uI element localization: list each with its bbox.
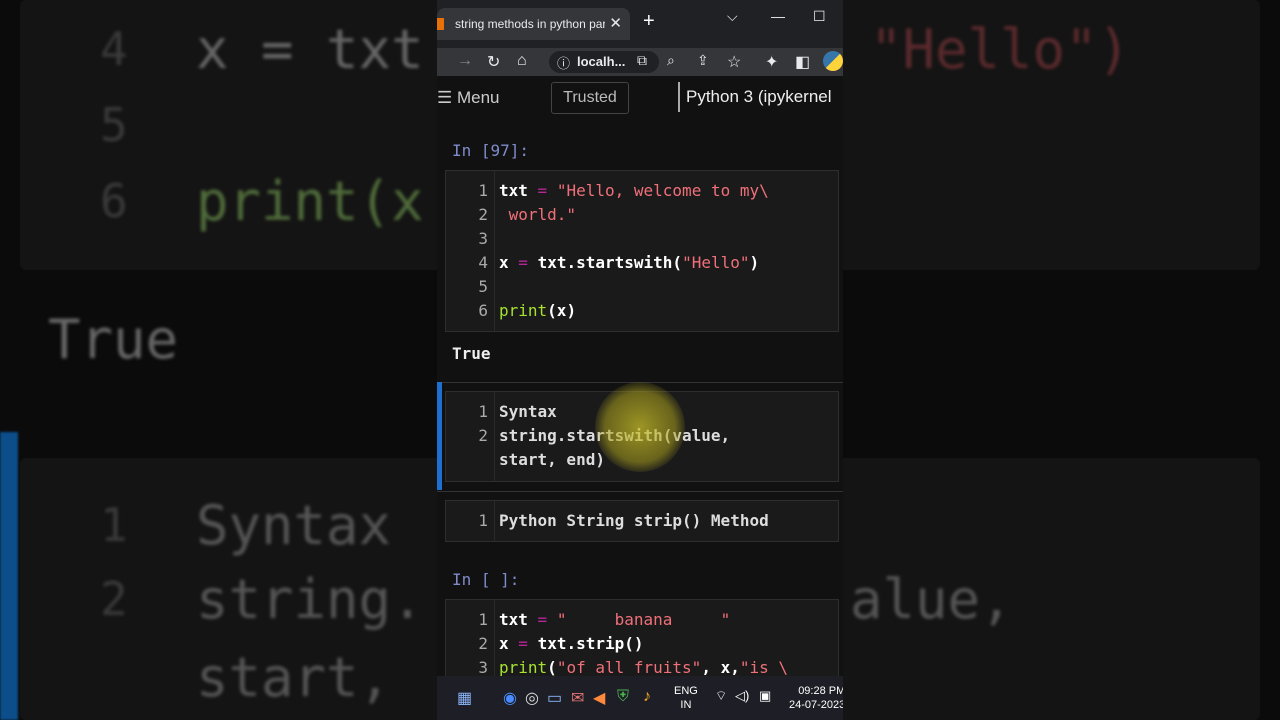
edge-icon[interactable]: ◉ — [503, 688, 517, 708]
maximize-icon[interactable]: ☐ — [813, 8, 826, 25]
code-cell-startswith[interactable]: 1 txt = "Hello, welcome to my\ 2 world." … — [445, 170, 839, 332]
extensions-icon[interactable]: ✦ — [765, 52, 778, 72]
bg-code-line: x = txt — [196, 18, 424, 81]
language-indicator[interactable]: ENG IN — [674, 684, 698, 712]
microphone-icon[interactable]: ♪ — [643, 688, 651, 706]
translate-icon[interactable]: ⧉ — [637, 52, 647, 69]
chevron-down-icon[interactable]: ⌵ — [727, 8, 738, 25]
kernel-name[interactable]: Python 3 (ipykernel — [678, 82, 832, 112]
browser-window: string methods in python par ✕ + ⌵ — ☐ →… — [437, 0, 843, 720]
cell-prompt: In [ ]: — [452, 570, 520, 589]
windows-taskbar: ▦ ◉ ◎ ▭ ✉ ◀ ⛨ ♪ ENG IN ⌔ ◁) ▣ 09:28 PM 24-… — [437, 676, 843, 720]
bg-line-number: 6 — [100, 174, 128, 228]
bg-selection-bar — [0, 432, 18, 720]
mail-icon[interactable]: ✉ — [571, 688, 584, 708]
bg-line-number: 2 — [100, 572, 128, 626]
bg-code-line: start, — [196, 646, 392, 709]
window-icon[interactable]: ▭ — [547, 688, 562, 708]
media-icon[interactable]: ◀ — [593, 688, 605, 708]
python-profile-icon[interactable] — [823, 51, 843, 71]
bookmark-star-icon[interactable]: ☆ — [727, 52, 741, 72]
tab-string-methods[interactable]: string methods in python par ✕ — [437, 8, 630, 40]
bg-code-line: string. — [196, 568, 424, 631]
selection-indicator — [437, 382, 442, 490]
forward-icon[interactable]: → — [457, 52, 473, 70]
chrome-icon[interactable]: ◎ — [525, 688, 539, 708]
menu-button[interactable]: ☰ Menu — [437, 88, 500, 108]
menu-label: Menu — [456, 88, 500, 107]
jupyter-favicon-icon — [437, 18, 444, 30]
hamburger-icon: ☰ — [437, 88, 453, 107]
share-icon[interactable]: ⇪ — [697, 52, 709, 69]
new-tab-button[interactable]: + — [643, 10, 655, 33]
security-shield-icon[interactable]: ⛨ — [617, 688, 629, 706]
home-icon[interactable]: ⌂ — [517, 52, 527, 70]
system-clock[interactable]: 09:28 PM 24-07-2023 — [789, 684, 843, 712]
notebook-area: In [97]: 1 txt = "Hello, welcome to my\ 2… — [437, 120, 843, 691]
cell-output: True — [452, 344, 491, 363]
taskbar-app-icon[interactable]: ▦ — [457, 688, 472, 708]
tab-title: string methods in python par — [455, 17, 605, 31]
trusted-indicator[interactable]: Trusted — [551, 82, 629, 114]
bg-code-line: print(x — [196, 170, 424, 233]
minimize-icon[interactable]: — — [771, 8, 785, 24]
browser-toolbar: → ↻ ⌂ ⓘ localh... ⧉ ⌕ ⇪ ☆ ✦ ◧ — [437, 48, 843, 76]
info-icon[interactable]: ⓘ — [557, 53, 570, 72]
bg-code-line: alue, — [850, 568, 1013, 631]
reload-icon[interactable]: ↻ — [487, 52, 500, 72]
mouse-cursor-highlight — [595, 382, 685, 472]
bg-line-number: 4 — [100, 22, 128, 76]
bg-code-line: Syntax — [196, 494, 392, 557]
markdown-cell-strip-title[interactable]: 1 Python String strip() Method — [445, 500, 839, 542]
close-icon[interactable]: ✕ — [609, 14, 622, 32]
battery-icon[interactable]: ▣ — [759, 688, 771, 704]
cell-prompt: In [97]: — [452, 141, 530, 160]
bg-line-number: 5 — [100, 98, 128, 152]
zoom-icon[interactable]: ⌕ — [667, 52, 675, 69]
side-panel-icon[interactable]: ◧ — [795, 52, 810, 72]
tab-strip: string methods in python par ✕ + ⌵ — ☐ — [437, 0, 843, 48]
bg-line-number: 1 — [100, 498, 128, 552]
volume-icon[interactable]: ◁) — [735, 688, 749, 704]
bg-output: True — [48, 308, 179, 371]
wifi-icon[interactable]: ⌔ — [715, 688, 727, 704]
url-text: localh... — [577, 54, 626, 69]
jupyter-header: ☰ Menu Trusted Python 3 (ipykernel — [437, 76, 843, 121]
bg-code-line: "Hello") — [870, 18, 1131, 81]
